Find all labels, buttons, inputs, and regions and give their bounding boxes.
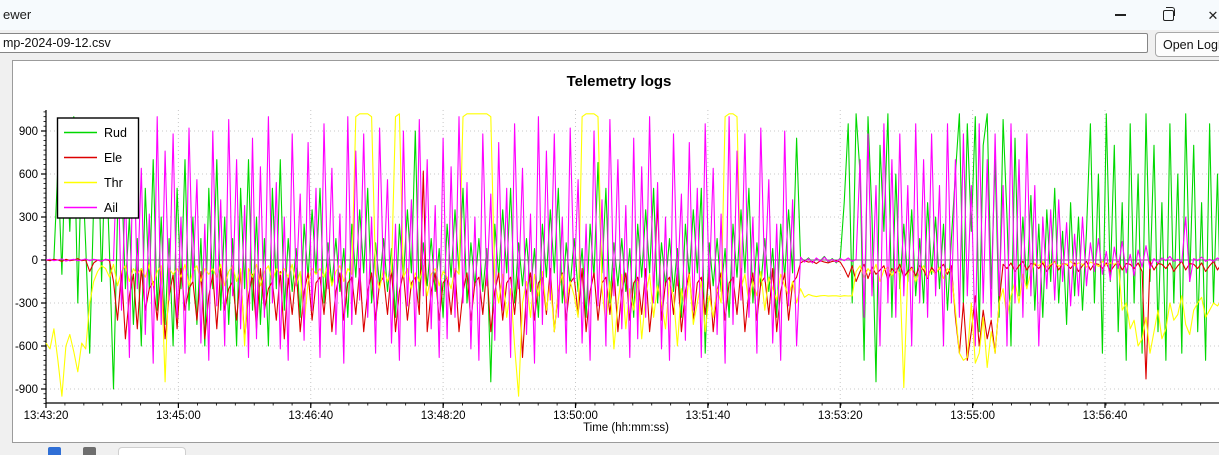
- bottom-toolbar: [0, 445, 1219, 453]
- plot-tool-button-3[interactable]: [118, 447, 186, 455]
- open-logfile-button[interactable]: Open LogFile: [1155, 32, 1219, 57]
- maximize-restore-button[interactable]: [1148, 0, 1188, 30]
- window-titlebar: ewer ✕: [0, 0, 1219, 31]
- minimize-button[interactable]: [1100, 0, 1140, 30]
- close-icon: ✕: [1208, 9, 1219, 22]
- restore-icon: [1163, 10, 1174, 21]
- minimize-icon: [1115, 14, 1126, 15]
- plot-tool-button-2[interactable]: [83, 447, 96, 455]
- window-title: ewer: [3, 7, 31, 22]
- chart-canvas-panel: [12, 60, 1219, 443]
- file-toolbar: Open LogFile: [0, 30, 1219, 58]
- logfile-path-input[interactable]: [0, 33, 1148, 53]
- plot-tool-button-1[interactable]: [48, 447, 61, 455]
- close-button[interactable]: ✕: [1193, 0, 1219, 30]
